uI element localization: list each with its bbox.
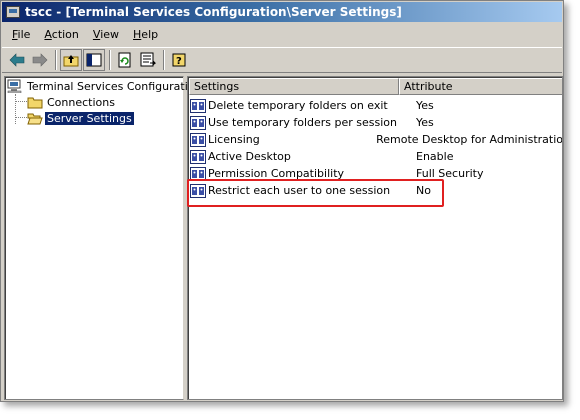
setting-icon (190, 166, 206, 181)
menu-view-rest: iew (100, 27, 120, 41)
list-row[interactable]: Restrict each user to one session No (190, 182, 562, 199)
menu-view[interactable]: View (87, 26, 125, 43)
list-row[interactable]: Use temporary folders per session Yes (190, 114, 562, 131)
tree-node-root[interactable]: Terminal Services Configuration (7, 78, 203, 94)
tree-node-connections[interactable]: Connections (27, 94, 117, 110)
window-title: tscc - [Terminal Services Configuration\… (25, 5, 402, 19)
toolbar: ? (2, 47, 562, 73)
list-row[interactable]: Permission Compatibility Full Security (190, 165, 562, 182)
details-pane: Settings Attribute Delete temporary fold… (187, 76, 563, 400)
back-button[interactable] (6, 49, 28, 71)
tree-root-label: Terminal Services Configuration (27, 79, 202, 93)
row-attribute: Yes (416, 116, 434, 129)
back-icon (9, 53, 25, 67)
tree-node-server-settings[interactable]: Server Settings (27, 110, 134, 126)
row-setting: Licensing (208, 133, 260, 146)
show-hide-tree-button[interactable] (83, 49, 105, 71)
menu-action[interactable]: Action (38, 26, 84, 43)
menu-help[interactable]: Help (127, 26, 164, 43)
app-icon[interactable] (6, 6, 20, 18)
row-attribute: Enable (416, 150, 454, 163)
row-attribute: Full Security (416, 167, 484, 180)
up-folder-icon (63, 55, 79, 67)
setting-icon (190, 98, 206, 113)
tree-line (15, 117, 27, 118)
row-attribute: Remote Desktop for Administration (376, 133, 563, 146)
menu-help-rest: elp (141, 27, 159, 41)
list-row[interactable]: Delete temporary folders on exit Yes (190, 97, 562, 114)
tree-server-settings-label: Server Settings (45, 111, 134, 125)
forward-icon (32, 53, 48, 67)
up-one-level-button[interactable] (60, 49, 82, 71)
row-setting: Use temporary folders per session (208, 116, 397, 129)
tree-connections-label: Connections (47, 95, 115, 109)
column-header-settings[interactable]: Settings (189, 78, 399, 95)
refresh-icon (118, 52, 131, 68)
tree-line (15, 94, 16, 124)
tree-line (15, 101, 27, 102)
help-icon: ? (172, 53, 186, 67)
list-row[interactable]: Licensing Remote Desktop for Administrat… (190, 131, 563, 148)
row-setting: Active Desktop (208, 150, 291, 163)
setting-icon (190, 149, 206, 164)
column-header-attribute[interactable]: Attribute (399, 78, 562, 95)
menu-file[interactable]: File (6, 26, 36, 43)
export-list-icon (140, 52, 156, 67)
row-setting: Delete temporary folders on exit (208, 99, 388, 112)
setting-icon (190, 183, 206, 198)
help-button[interactable]: ? (168, 49, 190, 71)
list-row[interactable]: Active Desktop Enable (190, 148, 562, 165)
toolbar-separator (163, 50, 165, 70)
setting-icon (190, 132, 206, 147)
mmc-window: tscc - [Terminal Services Configuration\… (0, 0, 564, 402)
svg-text:?: ? (176, 56, 182, 67)
toolbar-separator (109, 50, 111, 70)
console-tree: Terminal Services Configuration Connecti… (4, 76, 201, 400)
menu-file-rest: ile (17, 27, 31, 41)
folder-icon (27, 97, 43, 109)
toolbar-separator (55, 50, 57, 70)
menu-action-rest: ction (51, 27, 79, 41)
row-setting: Restrict each user to one session (208, 184, 391, 197)
forward-button[interactable] (29, 49, 51, 71)
setting-icon (190, 115, 206, 130)
row-setting: Permission Compatibility (208, 167, 345, 180)
open-folder-icon (27, 113, 43, 125)
export-list-button[interactable] (137, 49, 159, 71)
row-attribute: No (416, 184, 431, 197)
menu-bar: File Action View Help (2, 24, 562, 44)
title-bar[interactable]: tscc - [Terminal Services Configuration\… (2, 2, 562, 22)
computer-icon (7, 79, 22, 93)
row-attribute: Yes (416, 99, 434, 112)
show-hide-tree-icon (86, 53, 102, 67)
refresh-button[interactable] (114, 49, 136, 71)
